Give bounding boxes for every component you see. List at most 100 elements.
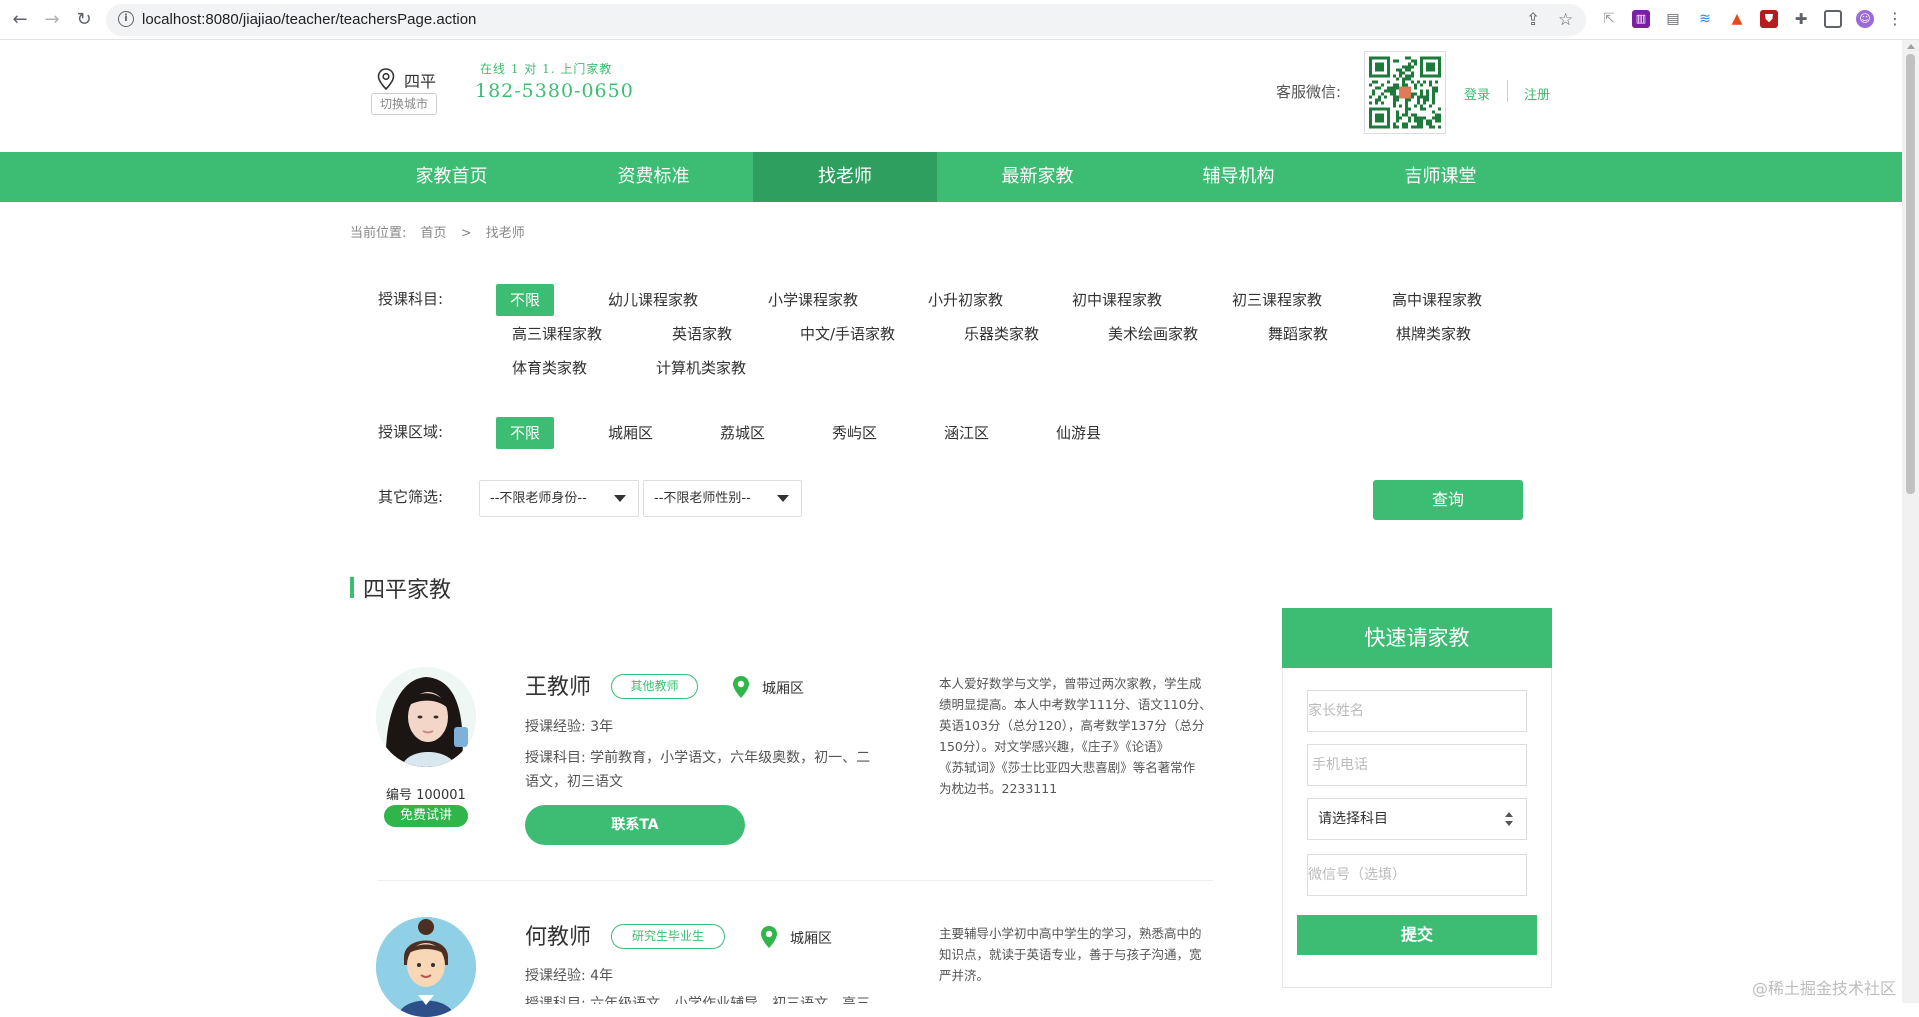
reload-icon[interactable]: ↻ — [72, 8, 96, 32]
contact-teacher-button[interactable]: 联系TA — [525, 805, 745, 845]
chevron-down-icon — [777, 495, 789, 502]
puzzle-extensions-icon[interactable]: ✚ — [1792, 10, 1810, 28]
subject-filter-label: 授课科目: — [378, 290, 444, 308]
breadcrumb-separator: > — [460, 226, 472, 241]
subject-chip[interactable]: 小升初家教 — [914, 284, 1017, 316]
extension-icon[interactable]: ▤ — [1664, 10, 1682, 28]
address-bar[interactable]: i localhost:8080/jiajiao/teacher/teacher… — [106, 4, 1586, 36]
breadcrumb: 当前位置: 首页 > 找老师 — [350, 222, 535, 241]
share-icon[interactable]: ⇪ — [1526, 10, 1540, 30]
area-chip[interactable]: 秀屿区 — [818, 417, 891, 449]
qr-code-icon — [1369, 56, 1441, 129]
back-arrow-icon[interactable]: ← — [8, 8, 32, 32]
location-pin-icon — [377, 68, 395, 90]
login-link[interactable]: 登录 — [1464, 84, 1490, 103]
profile-avatar-icon[interactable]: ☺ — [1856, 10, 1874, 28]
section-accent-bar — [350, 577, 354, 598]
subject-select-value: 请选择科目 — [1318, 811, 1388, 827]
main-nav: 家教首页 资费标准 找老师 最新家教 辅导机构 吉师课堂 — [0, 152, 1902, 202]
intro-line: 绩明显提高。本人中考数学111分、语文110分、 — [939, 697, 1212, 712]
nav-item-classroom[interactable]: 吉师课堂 — [1362, 152, 1519, 202]
nav-item-pricing[interactable]: 资费标准 — [575, 152, 732, 202]
extension-icon[interactable]: ▥ — [1632, 10, 1650, 28]
divider — [377, 880, 1213, 881]
adblock-shield-icon[interactable]: ⛊ — [1760, 10, 1778, 28]
teacher-identity-select[interactable]: --不限老师身份-- — [479, 480, 639, 517]
area-chip-all[interactable]: 不限 — [496, 417, 555, 449]
scrollbar-thumb[interactable] — [1906, 54, 1915, 494]
teacher-subjects: 授课科目: 学前教育，小学语文，六年级奥数，初一、二 — [525, 750, 871, 766]
extension-icon[interactable]: ≋ — [1696, 10, 1714, 28]
chevron-down-icon — [614, 495, 626, 502]
intro-line: 英语103分（总分120），高考数学137分（总分 — [939, 718, 1205, 733]
subject-chip[interactable]: 高中课程家教 — [1378, 284, 1496, 316]
subject-chip[interactable]: 棋牌类家教 — [1382, 318, 1485, 350]
url-text: localhost:8080/jiajiao/teacher/teachersP… — [142, 11, 477, 28]
subject-chip[interactable]: 体育类家教 — [498, 352, 601, 384]
intro-line: 本人爱好数学与文学，曾带过两次家教，学生成 — [939, 676, 1202, 691]
other-filter-label: 其它筛选: — [378, 488, 444, 506]
wechat-label: 客服微信: — [1276, 83, 1342, 101]
slogan: 在线 1 对 1. 上门家教 — [480, 62, 613, 76]
nav-item-find-teacher[interactable]: 找老师 — [753, 152, 937, 202]
intro-line: 150分）。对文学感兴趣，《庄子》《论语》 — [939, 739, 1170, 754]
wechat-input[interactable]: 微信号（选填） — [1307, 854, 1527, 896]
teacher-number: 编号 100001 — [386, 788, 466, 803]
subject-select[interactable]: 请选择科目 — [1307, 798, 1527, 840]
area-chip[interactable]: 荔城区 — [706, 417, 779, 449]
teacher-name[interactable]: 王教师 — [525, 669, 591, 701]
teacher-gender-value: --不限老师性别-- — [654, 491, 751, 506]
register-link[interactable]: 注册 — [1524, 84, 1550, 103]
forward-arrow-icon[interactable]: → — [40, 8, 64, 32]
subject-chip[interactable]: 初三课程家教 — [1218, 284, 1336, 316]
subject-chip[interactable]: 乐器类家教 — [950, 318, 1053, 350]
up-down-arrows-icon — [1505, 812, 1513, 826]
location-pin-icon — [733, 676, 749, 698]
parent-name-input[interactable]: 家长姓名 — [1307, 690, 1527, 732]
bookmark-star-icon[interactable]: ☆ — [1558, 10, 1573, 30]
cursor-extension-icon[interactable]: ⇱ — [1600, 10, 1618, 28]
teacher-gender-select[interactable]: --不限老师性别-- — [643, 480, 802, 517]
teacher-avatar[interactable] — [376, 917, 476, 1017]
free-trial-badge: 免费试讲 — [384, 805, 468, 827]
subject-chip[interactable]: 中文/手语家教 — [786, 318, 909, 350]
breadcrumb-current: 找老师 — [485, 226, 525, 241]
area-chip[interactable]: 仙游县 — [1042, 417, 1115, 449]
menu-kebab-icon[interactable]: ⋮ — [1886, 10, 1904, 28]
subject-chip[interactable]: 高三课程家教 — [498, 318, 616, 350]
nav-item-home[interactable]: 家教首页 — [373, 152, 530, 202]
side-panel-icon[interactable] — [1824, 10, 1842, 28]
nav-item-institutions[interactable]: 辅导机构 — [1160, 152, 1317, 202]
quick-request-title: 快速请家教 — [1282, 608, 1552, 668]
teacher-experience: 授课经验: 3年 — [525, 719, 614, 735]
submit-button[interactable]: 提交 — [1297, 915, 1537, 955]
teacher-area: 城厢区 — [790, 931, 832, 947]
subject-chip[interactable]: 舞蹈家教 — [1254, 318, 1342, 350]
query-button[interactable]: 查询 — [1373, 480, 1523, 520]
wechat-qr-code — [1364, 51, 1446, 134]
area-filter-label: 授课区域: — [378, 423, 444, 441]
teacher-name[interactable]: 何教师 — [525, 919, 591, 951]
area-chip[interactable]: 城厢区 — [594, 417, 667, 449]
extension-icon[interactable]: ▲ — [1728, 10, 1746, 28]
subject-chip[interactable]: 英语家教 — [658, 318, 746, 350]
page-scrollbar[interactable] — [1902, 40, 1919, 1003]
site-info-icon[interactable]: i — [118, 11, 134, 27]
nav-item-latest-jobs[interactable]: 最新家教 — [959, 152, 1116, 202]
scroll-up-arrow-icon[interactable] — [1907, 44, 1915, 49]
subject-chip-all[interactable]: 不限 — [496, 284, 555, 316]
current-city: 四平 — [404, 72, 437, 91]
breadcrumb-home-link[interactable]: 首页 — [421, 226, 447, 241]
area-chip[interactable]: 涵江区 — [930, 417, 1003, 449]
switch-city-button[interactable]: 切换城市 — [371, 93, 437, 115]
subject-chip[interactable]: 幼儿课程家教 — [594, 284, 712, 316]
phone-input[interactable]: 手机电话 — [1307, 744, 1527, 786]
teacher-avatar[interactable] — [376, 667, 476, 767]
teacher-experience: 授课经验: 4年 — [525, 968, 614, 984]
subject-chip[interactable]: 美术绘画家教 — [1094, 318, 1212, 350]
subject-chip[interactable]: 小学课程家教 — [754, 284, 872, 316]
breadcrumb-prefix: 当前位置: — [350, 226, 407, 241]
subject-chip[interactable]: 计算机类家教 — [642, 352, 760, 384]
subject-chip[interactable]: 初中课程家教 — [1058, 284, 1176, 316]
divider — [1507, 80, 1508, 102]
